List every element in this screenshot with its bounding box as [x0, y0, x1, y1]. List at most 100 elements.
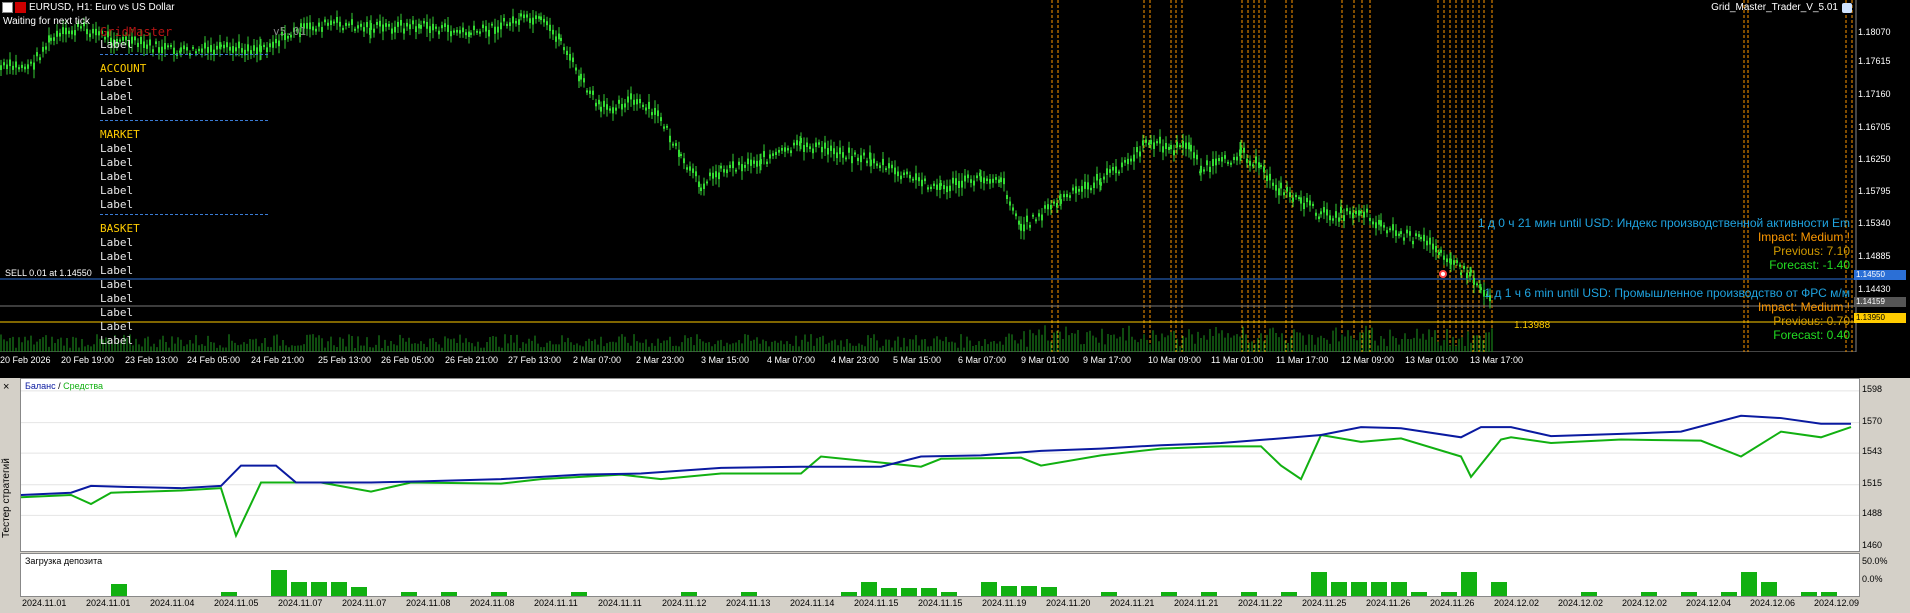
- price-candle-body: [812, 148, 814, 154]
- price-candle-body: [695, 171, 697, 177]
- price-candle-body: [672, 143, 674, 146]
- price-candle-body: [784, 147, 786, 152]
- price-candle-body: [680, 154, 682, 156]
- deposit-bar: [1641, 592, 1657, 596]
- price-candle-body: [657, 110, 659, 117]
- deposit-bar: [1161, 592, 1177, 596]
- price-candle-body: [204, 42, 206, 49]
- time-axis-label: 26 Feb 05:00: [381, 355, 435, 365]
- price-candle-body: [1418, 234, 1420, 237]
- price-candle-body: [882, 158, 884, 166]
- price-candle-body: [1263, 166, 1265, 173]
- price-candle-body: [1326, 209, 1328, 216]
- panel-label: Label: [100, 90, 134, 103]
- deposit-bar: [1001, 586, 1017, 596]
- price-candle-body: [609, 108, 611, 111]
- price-candle-body: [373, 28, 375, 33]
- price-candle-body: [1032, 214, 1034, 217]
- price-candle-body: [210, 45, 212, 52]
- price-candle-body: [775, 151, 777, 156]
- price-candle-body: [1150, 139, 1152, 145]
- price-candle-body: [468, 31, 470, 37]
- price-candle-body: [232, 46, 234, 53]
- price-axis-label: 1.15795: [1858, 186, 1891, 196]
- price-candle-body: [998, 179, 1000, 183]
- price-candle-body: [1338, 217, 1340, 222]
- price-candle-body: [1400, 231, 1402, 234]
- chart-grid-icon[interactable]: [2, 1, 13, 13]
- price-candle-body: [821, 146, 823, 153]
- price-candle-body: [1292, 197, 1294, 202]
- tester-date-label: 2024.11.05: [214, 598, 259, 608]
- price-candle-body: [575, 67, 577, 71]
- price-candle-body: [1162, 146, 1164, 153]
- price-candle-body: [1015, 213, 1017, 217]
- price-candle-body: [400, 19, 402, 26]
- price-candle-body: [735, 169, 737, 172]
- price-candle-body: [494, 26, 496, 34]
- price-candle-body: [497, 26, 499, 33]
- price-candle-body: [803, 145, 805, 152]
- panel-label: Label: [100, 306, 134, 319]
- price-candle-body: [376, 21, 378, 25]
- price-candle-body: [580, 73, 582, 80]
- price-candle-body: [1185, 142, 1187, 149]
- price-candle-body: [1121, 162, 1123, 168]
- price-candle-body: [1190, 144, 1192, 152]
- price-candle-body: [418, 23, 420, 29]
- price-candle-body: [766, 161, 768, 164]
- news-forecast: Forecast: -1.40: [1769, 258, 1850, 272]
- deposit-chart-canvas: [111, 570, 1837, 596]
- price-candle-body: [420, 24, 422, 29]
- panel-separator: [100, 214, 268, 215]
- price-candle-body: [1438, 251, 1440, 256]
- price-candle-body: [806, 142, 808, 148]
- tester-date-label: 2024.11.22: [1238, 598, 1283, 608]
- ea-smiley-icon[interactable]: [1842, 2, 1852, 13]
- price-candle-body: [158, 47, 160, 53]
- price-candle-body: [1315, 212, 1317, 216]
- price-candle-body: [306, 22, 308, 29]
- price-candle-body: [1463, 265, 1465, 269]
- price-candle-body: [247, 44, 249, 52]
- tester-date-label: 2024.11.15: [918, 598, 963, 608]
- price-candle-body: [1406, 229, 1408, 234]
- price-candle-body: [763, 151, 765, 158]
- price-candle-body: [62, 27, 64, 35]
- price-candle-body: [645, 107, 647, 111]
- price-tag: 1.14550: [1854, 270, 1906, 280]
- price-candle-body: [327, 22, 329, 26]
- price-candle-body: [447, 24, 449, 32]
- price-candle-body: [1060, 199, 1062, 204]
- close-icon[interactable]: ×: [3, 381, 9, 393]
- news-impact: Impact: Medium !: [1757, 230, 1850, 244]
- price-axis-label: 1.18070: [1858, 27, 1891, 37]
- price-chart[interactable]: EURUSD, H1: Euro vs US Dollar Waiting fo…: [0, 0, 1910, 352]
- price-candle-body: [1240, 146, 1242, 154]
- price-candle-body: [540, 16, 542, 21]
- panel-label: Label: [100, 278, 134, 291]
- price-candle-body: [1156, 141, 1158, 144]
- price-candle-body: [1115, 166, 1117, 174]
- chart-title-bar: EURUSD, H1: Euro vs US Dollar: [0, 0, 175, 14]
- chart-symbol-icon[interactable]: [15, 1, 26, 13]
- price-candle-body: [772, 153, 774, 156]
- deposit-bar: [681, 592, 697, 596]
- tester-date-label: 2024.12.02: [1622, 598, 1668, 608]
- price-candle-body: [235, 47, 237, 52]
- price-candle-body: [526, 14, 528, 18]
- price-candle-body: [654, 107, 656, 115]
- price-candle-body: [1072, 187, 1074, 191]
- price-candle-body: [888, 163, 890, 169]
- price-candle-body: [718, 172, 720, 180]
- price-candle-body: [1352, 212, 1354, 219]
- price-candle-body: [660, 117, 662, 122]
- price-candle-body: [24, 66, 26, 70]
- panel-label: Label: [100, 334, 134, 347]
- price-candle-body: [1260, 164, 1262, 167]
- price-candle-body: [173, 47, 175, 54]
- price-candle-body: [1278, 188, 1280, 196]
- price-candle-body: [1026, 215, 1028, 222]
- price-candle-body: [566, 50, 568, 55]
- tester-date-label: 2024.12.02: [1494, 598, 1540, 608]
